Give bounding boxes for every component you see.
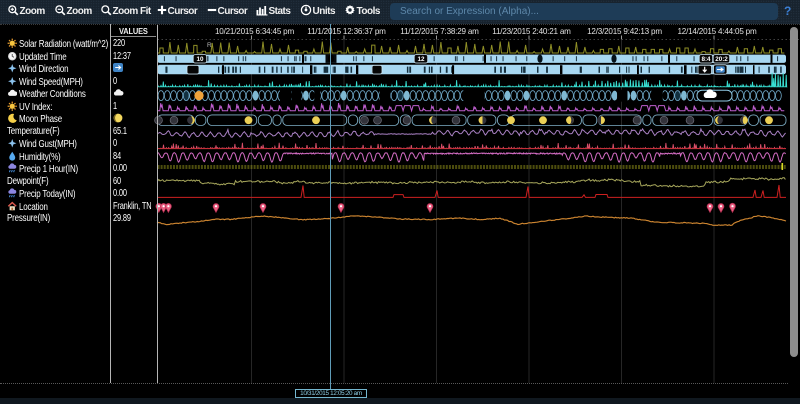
- svg-text:R: R: [207, 42, 212, 49]
- svg-text:20:2: 20:2: [715, 56, 728, 63]
- svg-text:12: 12: [417, 56, 425, 63]
- svg-text:10: 10: [196, 56, 204, 63]
- svg-text:8:4: 8:4: [701, 56, 711, 63]
